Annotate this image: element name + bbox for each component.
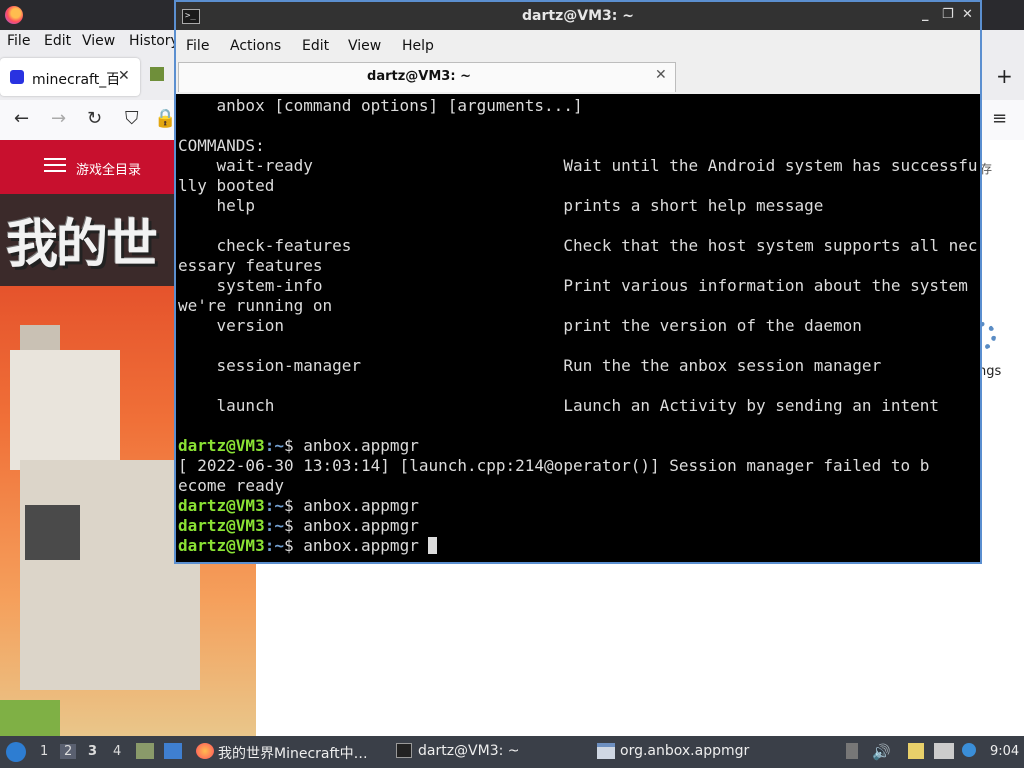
prompt-sign: $ (283, 496, 304, 515)
menu-actions[interactable]: Actions (230, 38, 281, 54)
output-line: essary features (178, 256, 323, 275)
back-icon[interactable]: ← (14, 108, 29, 129)
network-icon[interactable] (934, 743, 954, 759)
prompt-line: dartz@VM3:~$ anbox.appmgr (178, 516, 419, 536)
terminal-tab[interactable]: dartz@VM3: ~ ✕ (178, 62, 676, 92)
prompt-path: :~ (264, 436, 284, 455)
prompt-user: dartz@VM3 (178, 536, 265, 555)
category-bar[interactable]: 游戏全目录 (0, 140, 175, 194)
text-cursor (428, 537, 438, 554)
prompt-sign: $ (283, 516, 304, 535)
minimize-icon[interactable]: _ (922, 7, 929, 22)
minecraft-title-text: 我的世 (6, 215, 158, 275)
command-text: anbox.appmgr (303, 496, 419, 515)
goat-head-art (10, 350, 120, 470)
show-desktop-icon[interactable] (164, 743, 182, 759)
workspace-4[interactable]: 4 (113, 744, 121, 759)
prompt-line: dartz@VM3:~$ anbox.appmgr (178, 536, 438, 556)
error-line: [ 2022-06-30 13:03:14] [launch.cpp:214@o… (178, 456, 930, 475)
output-line: we're running on (178, 296, 333, 315)
output-line: system-info Print various information ab… (178, 276, 978, 295)
menu-list-icon (44, 158, 66, 172)
goat-face-art (25, 505, 80, 560)
output-line: help prints a short help message (178, 196, 824, 215)
menu-file[interactable]: File (186, 38, 209, 54)
terminal-task-icon (396, 743, 412, 758)
file-manager-icon[interactable] (136, 743, 154, 759)
minecraft-favicon-icon[interactable] (150, 67, 164, 81)
command-input[interactable]: anbox.appmgr (303, 536, 428, 555)
maximize-icon[interactable]: ❐ (942, 7, 954, 22)
new-tab-button[interactable]: + (996, 64, 1013, 88)
task-anbox[interactable]: org.anbox.appmgr (620, 743, 749, 759)
shield-icon[interactable]: ⛉ (125, 108, 139, 129)
output-line: anbox [command options] [arguments...] (178, 96, 583, 115)
taskbar: 1 2 3 4 我的世界Minecraft中… dartz@VM3: ~ org… (0, 736, 1024, 768)
forward-icon[interactable]: → (51, 108, 66, 129)
firefox-logo-icon (5, 6, 23, 24)
terminal-menubar (176, 30, 980, 60)
workspace-3[interactable]: 3 (88, 744, 97, 759)
output-line: wait-ready Wait until the Android system… (178, 156, 978, 175)
prompt-line: dartz@VM3:~$ anbox.appmgr (178, 496, 419, 516)
close-tab-icon[interactable]: ✕ (118, 68, 130, 84)
menu-history[interactable]: History (129, 33, 179, 49)
window-task-icon (597, 743, 615, 759)
menu-view[interactable]: View (82, 33, 115, 49)
close-tab-icon[interactable]: ✕ (655, 67, 667, 83)
output-line: launch Launch an Activity by sending an … (178, 396, 939, 415)
baidu-favicon-icon (10, 70, 24, 84)
window-title: dartz@VM3: ~ (522, 8, 634, 24)
terminal-titlebar[interactable]: >_ dartz@VM3: ~ _ ❐ ✕ (176, 2, 980, 30)
task-terminal[interactable]: dartz@VM3: ~ (418, 743, 520, 759)
workspace-1[interactable]: 1 (40, 744, 48, 759)
firefox-task-icon (196, 743, 214, 759)
clock[interactable]: 9:04 (990, 744, 1019, 759)
prompt-sign: $ (283, 536, 304, 555)
command-text: anbox.appmgr (303, 436, 419, 455)
reload-icon[interactable]: ↻ (87, 108, 102, 129)
output-line: lly booted (178, 176, 275, 195)
prompt-line: dartz@VM3:~$ anbox.appmgr (178, 436, 419, 456)
workspace-2[interactable]: 2 (60, 744, 77, 759)
start-menu-icon[interactable] (6, 742, 26, 762)
command-text: anbox.appmgr (303, 516, 419, 535)
prompt-user: dartz@VM3 (178, 496, 265, 515)
menu-edit[interactable]: Edit (44, 33, 71, 49)
menu-view[interactable]: View (348, 38, 381, 54)
menu-help[interactable]: Help (402, 38, 434, 54)
prompt-sign: $ (283, 436, 304, 455)
prompt-path: :~ (264, 536, 284, 555)
task-firefox[interactable]: 我的世界Minecraft中… (218, 743, 368, 763)
clipboard-icon[interactable] (908, 743, 924, 759)
goat-body-art (20, 460, 200, 690)
terminal-window: >_ dartz@VM3: ~ _ ❐ ✕ File Actions Edit … (174, 0, 982, 564)
grass-art (0, 700, 60, 736)
error-line: ecome ready (178, 476, 284, 495)
prompt-user: dartz@VM3 (178, 516, 265, 535)
menu-hamburger-icon[interactable]: ≡ (992, 108, 1007, 129)
tab-title: minecraft_百 (32, 72, 118, 88)
prompt-user: dartz@VM3 (178, 436, 265, 455)
terminal-output[interactable]: anbox [command options] [arguments...] C… (176, 94, 980, 562)
close-window-icon[interactable]: ✕ (962, 7, 973, 22)
menu-file[interactable]: File (7, 33, 30, 49)
prompt-path: :~ (264, 516, 284, 535)
notification-icon[interactable] (962, 743, 976, 757)
terminal-tab-label: dartz@VM3: ~ (367, 69, 471, 84)
menu-edit[interactable]: Edit (302, 38, 329, 54)
output-line: check-features Check that the host syste… (178, 236, 978, 255)
output-line: session-manager Run the the anbox sessio… (178, 356, 882, 375)
category-label: 游戏全目录 (76, 163, 142, 178)
tray-up-icon[interactable] (846, 743, 858, 759)
prompt-path: :~ (264, 496, 284, 515)
output-line: COMMANDS: (178, 136, 265, 155)
output-line: version print the version of the daemon (178, 316, 862, 335)
volume-icon[interactable]: 🔊 (872, 743, 891, 761)
browser-tab-minecraft[interactable]: minecraft_百 ✕ (0, 58, 140, 96)
